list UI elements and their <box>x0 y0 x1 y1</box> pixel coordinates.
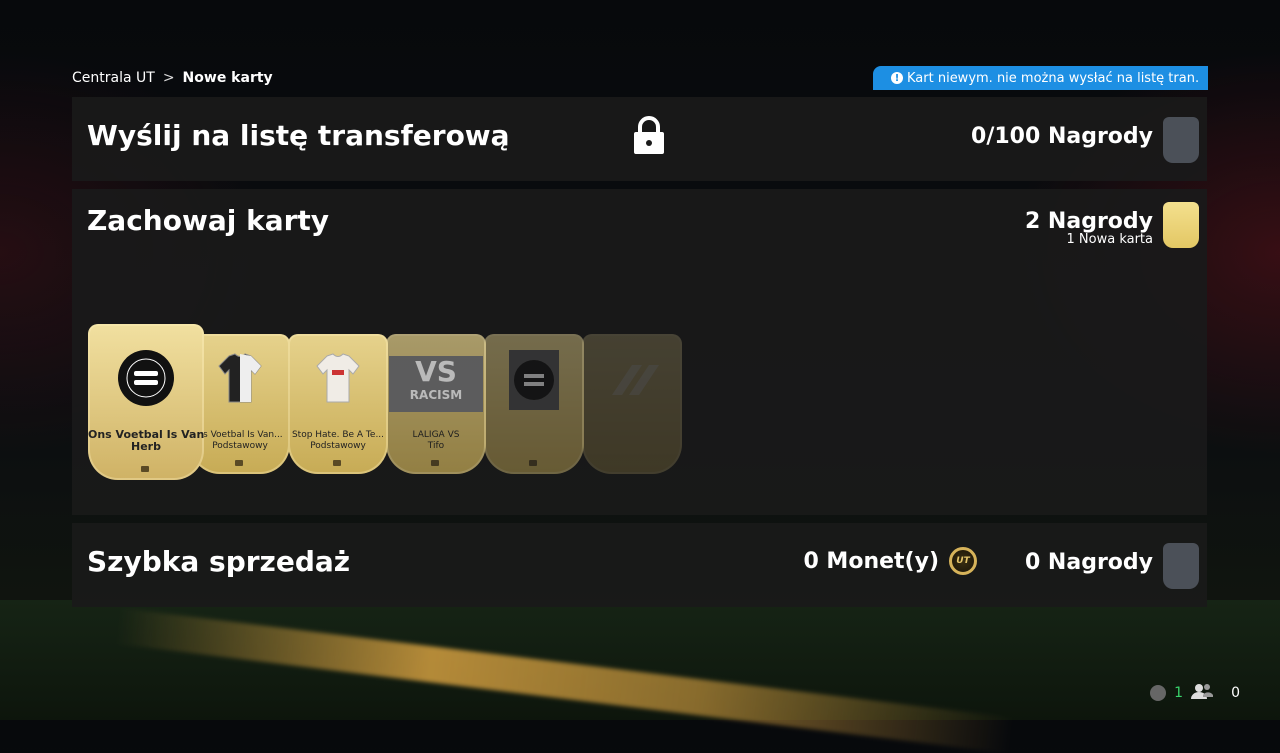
card-name: ns Voetbal Is Van... <box>197 430 283 440</box>
send-to-transfer-list-panel[interactable]: Wyślij na listę transferową 0/100 Nagrod… <box>72 97 1207 181</box>
item-card[interactable]: Stop Hate. Be A Te... Podstawowy <box>288 334 388 474</box>
stripes-icon <box>607 350 659 410</box>
breadcrumb-current: Nowe karty <box>182 70 273 86</box>
card-kind: Tifo <box>427 441 445 451</box>
coin-icon: UT <box>949 547 977 575</box>
reward-shield-icon <box>1163 202 1199 248</box>
club-crest-icon <box>509 350 559 410</box>
breadcrumb: Centrala UT > Nowe karty <box>72 70 273 86</box>
kit-icon <box>215 350 265 410</box>
card-kind: Podstawowy <box>212 441 268 451</box>
keep-rewards-count: 2 Nagrody <box>1024 209 1153 234</box>
quick-sell-coins: 0 Monet(y) UT <box>803 547 977 575</box>
card-rarity-icon <box>529 460 537 466</box>
card-kind: Podstawowy <box>310 441 366 451</box>
message-icon[interactable] <box>1150 685 1167 701</box>
reward-shield-icon <box>1163 117 1199 163</box>
item-card[interactable]: ns Voetbal Is Van... Podstawowy <box>190 334 290 474</box>
coins-value: 0 Monet(y) <box>803 548 939 574</box>
item-card[interactable] <box>484 334 584 474</box>
messages-count: 1 <box>1174 685 1184 701</box>
keep-cards-panel[interactable]: Zachowaj karty 2 Nagrody 1 Nowa karta VS… <box>72 189 1207 515</box>
card-rarity-icon <box>333 460 341 466</box>
card-rarity-icon <box>431 460 439 466</box>
tifo-sub-text: RACISM <box>409 388 463 402</box>
untradeable-notice: ! Kart niewym. nie można wysłać na listę… <box>873 66 1208 90</box>
vs-racism-tifo-icon: VS RACISM <box>389 356 483 412</box>
card-name: Stop Hate. Be A Te... <box>291 430 385 440</box>
friends-icon[interactable] <box>1191 683 1214 703</box>
transfer-rewards: 0/100 Nagrody <box>971 124 1153 149</box>
reward-shield-icon <box>1163 543 1199 589</box>
kit-icon <box>313 350 363 410</box>
item-card-selected[interactable]: Ons Voetbal Is Van... Herb <box>88 324 204 480</box>
item-card[interactable]: VS RACISM LALIGA VS Tifo <box>386 334 486 474</box>
item-card[interactable] <box>582 334 682 474</box>
card-rarity-icon <box>235 460 243 466</box>
tifo-vs-text: VS <box>415 355 457 388</box>
card-rarity-icon <box>141 466 149 472</box>
breadcrumb-root[interactable]: Centrala UT <box>72 70 155 86</box>
keep-rewards: 2 Nagrody 1 Nowa karta <box>1025 209 1153 247</box>
cards-carousel[interactable]: VS RACISM LALIGA VS Tifo Stop Hate. Be A… <box>88 324 788 484</box>
panel-title: Wyślij na listę transferową <box>87 119 510 152</box>
new-card-count: 1 Nowa karta <box>1066 232 1154 247</box>
card-name: LALIGA VS <box>412 430 460 440</box>
lock-icon <box>632 115 666 159</box>
notice-text: Kart niewym. nie można wysłać na listę t… <box>907 70 1200 86</box>
panel-title: Szybka sprzedaż <box>87 545 351 578</box>
quick-sell-rewards: 0 Nagrody <box>1024 550 1153 575</box>
info-icon: ! <box>891 72 903 84</box>
club-crest-icon <box>118 350 174 406</box>
quick-sell-panel[interactable]: Szybka sprzedaż 0 Monet(y) UT 0 Nagrody <box>72 523 1207 607</box>
card-kind: Herb <box>131 440 161 453</box>
status-footer: 1 0 <box>1150 683 1240 703</box>
chevron-right-icon: > <box>162 70 175 86</box>
panel-title: Zachowaj karty <box>87 204 330 237</box>
friends-count: 0 <box>1231 685 1240 701</box>
